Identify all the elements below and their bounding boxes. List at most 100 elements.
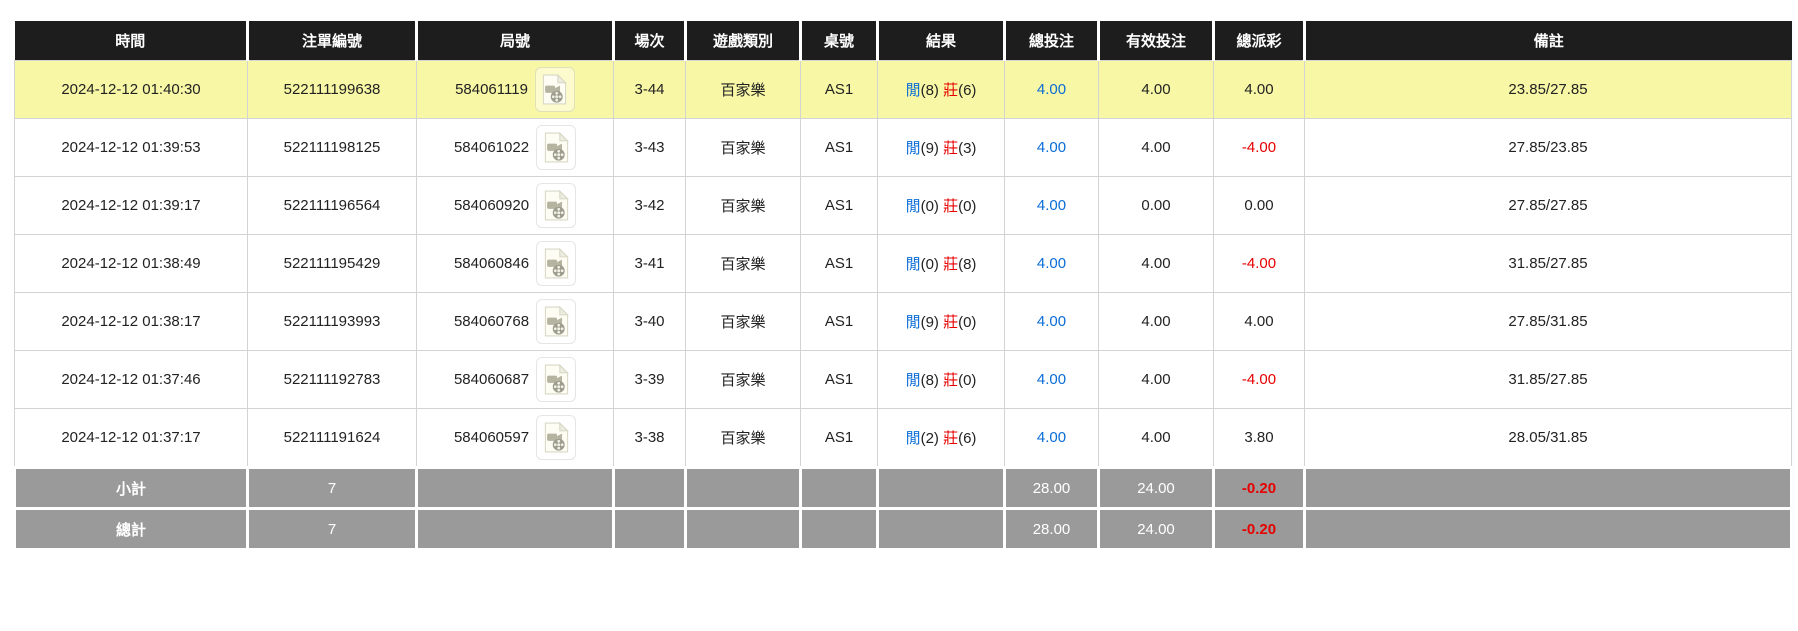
cell-payout: 3.80 xyxy=(1214,409,1305,468)
total-bet-link[interactable]: 4.00 xyxy=(1037,371,1066,388)
banker-result-label: 莊 xyxy=(943,256,958,273)
video-replay-button[interactable] xyxy=(536,415,576,460)
player-result-label: 閒 xyxy=(906,140,921,157)
banker-result-label: 莊 xyxy=(943,372,958,389)
cell-valid-bet: 4.00 xyxy=(1099,293,1214,351)
cell-time: 2024-12-12 01:40:30 xyxy=(15,61,248,119)
cell-payout: -4.00 xyxy=(1214,119,1305,177)
page: 時間 注單編號 局號 場次 遊戲類別 桌號 結果 總投注 有效投注 總派彩 備註… xyxy=(0,0,1798,631)
cell-total-bet: 4.00 xyxy=(1005,61,1099,119)
cell-payout: 4.00 xyxy=(1214,293,1305,351)
cell-valid-bet: 0.00 xyxy=(1099,177,1214,235)
cell-bet-no: 522111192783 xyxy=(248,351,417,409)
banker-result-label: 莊 xyxy=(943,82,958,99)
bet-row[interactable]: 2024-12-12 01:40:30522111199638 584061119… xyxy=(15,61,1792,119)
round-number: 584060687 xyxy=(454,371,529,388)
bet-row[interactable]: 2024-12-12 01:38:17522111193993584060768… xyxy=(15,293,1792,351)
banker-result-label: 莊 xyxy=(943,140,958,157)
summary-empty-result xyxy=(878,509,1005,550)
cell-round-no: 584060846 xyxy=(417,235,614,293)
cell-session: 3-40 xyxy=(614,293,686,351)
bet-history-table: 時間 注單編號 局號 場次 遊戲類別 桌號 結果 總投注 有效投注 總派彩 備註… xyxy=(13,21,1793,551)
cell-game-type: 百家樂 xyxy=(686,61,801,119)
header-row: 時間 注單編號 局號 場次 遊戲類別 桌號 結果 總投注 有效投注 總派彩 備註 xyxy=(15,21,1792,61)
player-result-label: 閒 xyxy=(906,82,921,99)
subtotal-row: 小計728.0024.00-0.20 xyxy=(15,468,1792,509)
cell-result: 閒(2) 莊(6) xyxy=(878,409,1005,468)
cell-session: 3-39 xyxy=(614,351,686,409)
payout-value: -4.00 xyxy=(1242,371,1276,388)
video-replay-button[interactable] xyxy=(535,67,575,112)
summary-empty-round xyxy=(417,468,614,509)
summary-count: 7 xyxy=(248,468,417,509)
payout-value: 3.80 xyxy=(1244,429,1273,446)
summary-empty-table xyxy=(801,509,878,550)
col-header-session: 場次 xyxy=(614,21,686,61)
cell-round-no: 584061119 xyxy=(417,61,614,119)
cell-total-bet: 4.00 xyxy=(1005,119,1099,177)
col-header-total-bet: 總投注 xyxy=(1005,21,1099,61)
total-bet-link[interactable]: 4.00 xyxy=(1037,255,1066,272)
bet-row[interactable]: 2024-12-12 01:39:53522111198125584061022… xyxy=(15,119,1792,177)
video-replay-button[interactable] xyxy=(536,357,576,402)
total-bet-link[interactable]: 4.00 xyxy=(1037,197,1066,214)
cell-time: 2024-12-12 01:39:53 xyxy=(15,119,248,177)
cell-bet-no: 522111195429 xyxy=(248,235,417,293)
col-header-result: 結果 xyxy=(878,21,1005,61)
summary-empty-session xyxy=(614,468,686,509)
summary-total-bet: 28.00 xyxy=(1005,509,1099,550)
round-number: 584061119 xyxy=(455,81,528,98)
summary-empty-session xyxy=(614,509,686,550)
cell-round-no: 584060920 xyxy=(417,177,614,235)
total-bet-link[interactable]: 4.00 xyxy=(1037,139,1066,156)
cell-result: 閒(9) 莊(0) xyxy=(878,293,1005,351)
cell-bet-no: 522111199638 xyxy=(248,61,417,119)
summary-label: 總計 xyxy=(15,509,248,550)
cell-session: 3-41 xyxy=(614,235,686,293)
cell-remark: 31.85/27.85 xyxy=(1305,351,1792,409)
cell-game-type: 百家樂 xyxy=(686,409,801,468)
bet-row[interactable]: 2024-12-12 01:38:49522111195429584060846… xyxy=(15,235,1792,293)
cell-game-type: 百家樂 xyxy=(686,235,801,293)
summary-empty-game xyxy=(686,468,801,509)
cell-session: 3-38 xyxy=(614,409,686,468)
total-bet-link[interactable]: 4.00 xyxy=(1037,81,1066,98)
summary-total-bet: 28.00 xyxy=(1005,468,1099,509)
video-replay-button[interactable] xyxy=(536,299,576,344)
col-header-table-no: 桌號 xyxy=(801,21,878,61)
bet-row[interactable]: 2024-12-12 01:37:46522111192783584060687… xyxy=(15,351,1792,409)
cell-round-no: 584060687 xyxy=(417,351,614,409)
round-number: 584060597 xyxy=(454,429,529,446)
video-replay-icon xyxy=(543,132,570,163)
summary-empty-result xyxy=(878,468,1005,509)
summary-valid-bet: 24.00 xyxy=(1099,468,1214,509)
payout-value: 4.00 xyxy=(1244,313,1273,330)
cell-valid-bet: 4.00 xyxy=(1099,409,1214,468)
table-header: 時間 注單編號 局號 場次 遊戲類別 桌號 結果 總投注 有效投注 總派彩 備註 xyxy=(15,21,1792,61)
bet-row[interactable]: 2024-12-12 01:39:17522111196564584060920… xyxy=(15,177,1792,235)
payout-value: 4.00 xyxy=(1244,81,1273,98)
video-replay-icon xyxy=(543,190,570,221)
cell-result: 閒(8) 莊(6) xyxy=(878,61,1005,119)
summary-payout: -0.20 xyxy=(1214,509,1305,550)
video-replay-button[interactable] xyxy=(536,241,576,286)
summary-count: 7 xyxy=(248,509,417,550)
cell-remark: 28.05/31.85 xyxy=(1305,409,1792,468)
video-replay-button[interactable] xyxy=(536,125,576,170)
payout-value: -4.00 xyxy=(1242,139,1276,156)
cell-valid-bet: 4.00 xyxy=(1099,351,1214,409)
total-bet-link[interactable]: 4.00 xyxy=(1037,429,1066,446)
cell-game-type: 百家樂 xyxy=(686,177,801,235)
banker-result-label: 莊 xyxy=(943,314,958,331)
bet-row[interactable]: 2024-12-12 01:37:17522111191624584060597… xyxy=(15,409,1792,468)
banker-result-label: 莊 xyxy=(943,430,958,447)
table-footer: 小計728.0024.00-0.20總計728.0024.00-0.20 xyxy=(15,468,1792,550)
video-replay-button[interactable] xyxy=(536,183,576,228)
total-bet-link[interactable]: 4.00 xyxy=(1037,313,1066,330)
summary-payout-value: -0.20 xyxy=(1242,480,1276,497)
round-number: 584060920 xyxy=(454,197,529,214)
cell-game-type: 百家樂 xyxy=(686,119,801,177)
cell-bet-no: 522111191624 xyxy=(248,409,417,468)
cell-total-bet: 4.00 xyxy=(1005,409,1099,468)
cell-remark: 27.85/23.85 xyxy=(1305,119,1792,177)
